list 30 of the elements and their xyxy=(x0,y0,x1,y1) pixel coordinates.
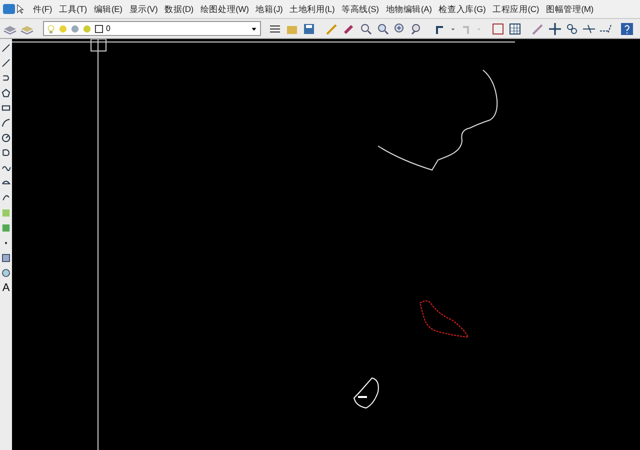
menu-item[interactable]: 土地利用(L) xyxy=(290,2,335,16)
zoom-icon[interactable] xyxy=(376,22,390,36)
menu-item[interactable]: 工程应用(C) xyxy=(492,2,539,16)
menu-item[interactable]: 等高线(S) xyxy=(342,2,379,16)
layer-dropdown[interactable]: 0 xyxy=(43,21,261,36)
menu-item[interactable]: 地物编辑(A) xyxy=(386,2,432,16)
zoom-icon[interactable] xyxy=(359,22,373,36)
menu-item[interactable]: 工具(T) xyxy=(59,2,87,16)
grid-icon[interactable] xyxy=(508,22,522,36)
menu-item[interactable]: 显示(V) xyxy=(129,2,158,16)
help-icon[interactable] xyxy=(620,22,634,36)
menu-item[interactable]: 数据(D) xyxy=(164,2,194,16)
text-tool[interactable]: A xyxy=(2,283,10,294)
menu-item[interactable]: 绘图处理(W) xyxy=(200,2,249,16)
draw-tool-icon[interactable] xyxy=(1,43,11,53)
menu-item[interactable]: 地籍(J) xyxy=(256,2,283,16)
menu-item[interactable]: 编辑(E) xyxy=(94,2,122,16)
link-icon[interactable] xyxy=(565,22,579,36)
pointer-icon[interactable] xyxy=(16,2,26,16)
hatch-icon[interactable] xyxy=(1,253,11,263)
app-icon[interactable] xyxy=(2,2,16,16)
menu-item[interactable]: 检查入库(G) xyxy=(438,2,486,16)
draw-tool-icon[interactable] xyxy=(1,133,11,143)
properties-icon[interactable] xyxy=(491,22,505,36)
region-icon[interactable] xyxy=(1,268,11,278)
draw-tool-icon[interactable] xyxy=(1,58,11,68)
layer-name: 0 xyxy=(106,22,112,34)
menu-item[interactable]: 件(F) xyxy=(33,2,52,16)
save-icon[interactable] xyxy=(302,22,316,36)
menu-item[interactable]: 图幅管理(M) xyxy=(546,2,594,16)
